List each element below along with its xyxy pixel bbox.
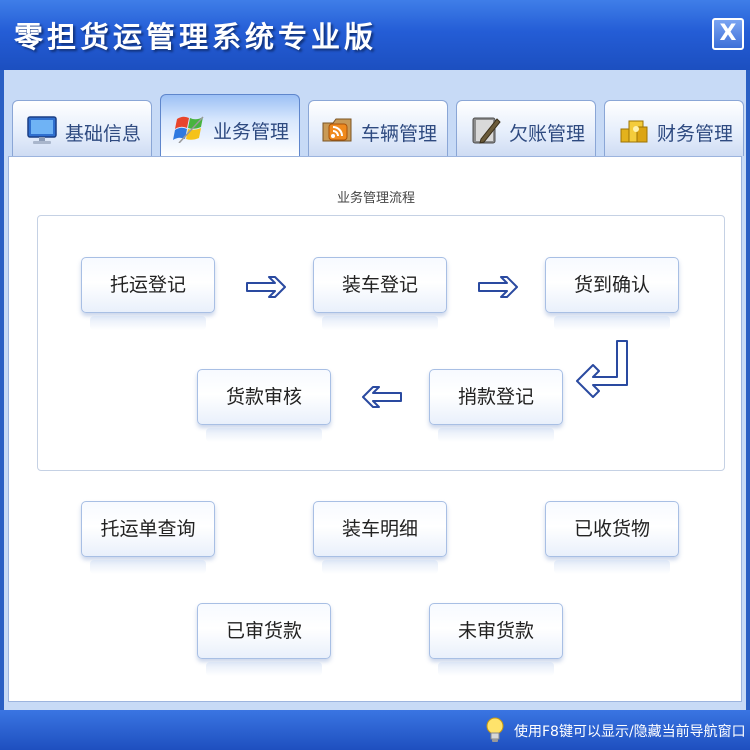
- tab-debt-management[interactable]: 欠账管理: [456, 100, 596, 156]
- arrow-right-icon: [478, 276, 518, 298]
- loading-register-button[interactable]: 装车登记: [313, 257, 447, 330]
- tab-bar: 基础信息 业务管理 车辆管理 欠账管理 财务管理: [12, 94, 744, 156]
- status-hint: 使用F8键可以显示/隐藏当前导航窗口: [514, 724, 746, 740]
- tab-business-management[interactable]: 业务管理: [160, 94, 300, 156]
- payment-review-button[interactable]: 货款审核: [197, 369, 331, 442]
- windows-flag-icon: [173, 116, 204, 143]
- tab-label: 欠账管理: [509, 123, 586, 145]
- tab-label: 业务管理: [213, 121, 290, 143]
- lightbulb-icon: [486, 717, 504, 742]
- notebook-pen-icon: [472, 117, 501, 144]
- tab-label: 基础信息: [65, 123, 142, 145]
- tab-finance-management[interactable]: 财务管理: [604, 100, 744, 156]
- remit-register-button[interactable]: 捎款登记: [429, 369, 563, 442]
- payment-reviewed-button[interactable]: 已审货款: [197, 603, 331, 676]
- business-panel: 业务管理流程 托运登记 装车登记 货到确认 捎款登记 货款审核 托运单查询 装车…: [8, 156, 742, 702]
- monitor-icon: [27, 116, 57, 144]
- consign-query-button[interactable]: 托运单查询: [81, 501, 215, 574]
- title-bar: 零担货运管理系统专业版 X: [0, 0, 750, 70]
- tab-basic-info[interactable]: 基础信息: [12, 100, 152, 156]
- window-body: 基础信息 业务管理 车辆管理 欠账管理 财务管理 业务管理流程 托运登记 装车登…: [4, 70, 746, 710]
- tab-vehicle-management[interactable]: 车辆管理: [308, 100, 448, 156]
- arrow-left-icon: [362, 386, 402, 408]
- close-button[interactable]: X: [712, 18, 744, 50]
- flow-title: 业务管理流程: [336, 191, 415, 206]
- loading-detail-button[interactable]: 装车明细: [313, 501, 447, 574]
- tab-label: 财务管理: [657, 123, 734, 145]
- arrival-confirm-button[interactable]: 货到确认: [545, 257, 679, 330]
- gold-coins-icon: [620, 120, 648, 143]
- window-title: 零担货运管理系统专业版: [14, 20, 378, 54]
- payment-unreviewed-button[interactable]: 未审货款: [429, 603, 563, 676]
- arrow-right-icon: [246, 276, 286, 298]
- arrow-down-left-icon: [576, 340, 628, 398]
- rss-folder-icon: [322, 118, 352, 142]
- goods-received-button[interactable]: 已收货物: [545, 501, 679, 574]
- consign-register-button[interactable]: 托运登记: [81, 257, 215, 330]
- tab-label: 车辆管理: [361, 123, 438, 145]
- status-bar: 使用F8键可以显示/隐藏当前导航窗口: [0, 710, 750, 750]
